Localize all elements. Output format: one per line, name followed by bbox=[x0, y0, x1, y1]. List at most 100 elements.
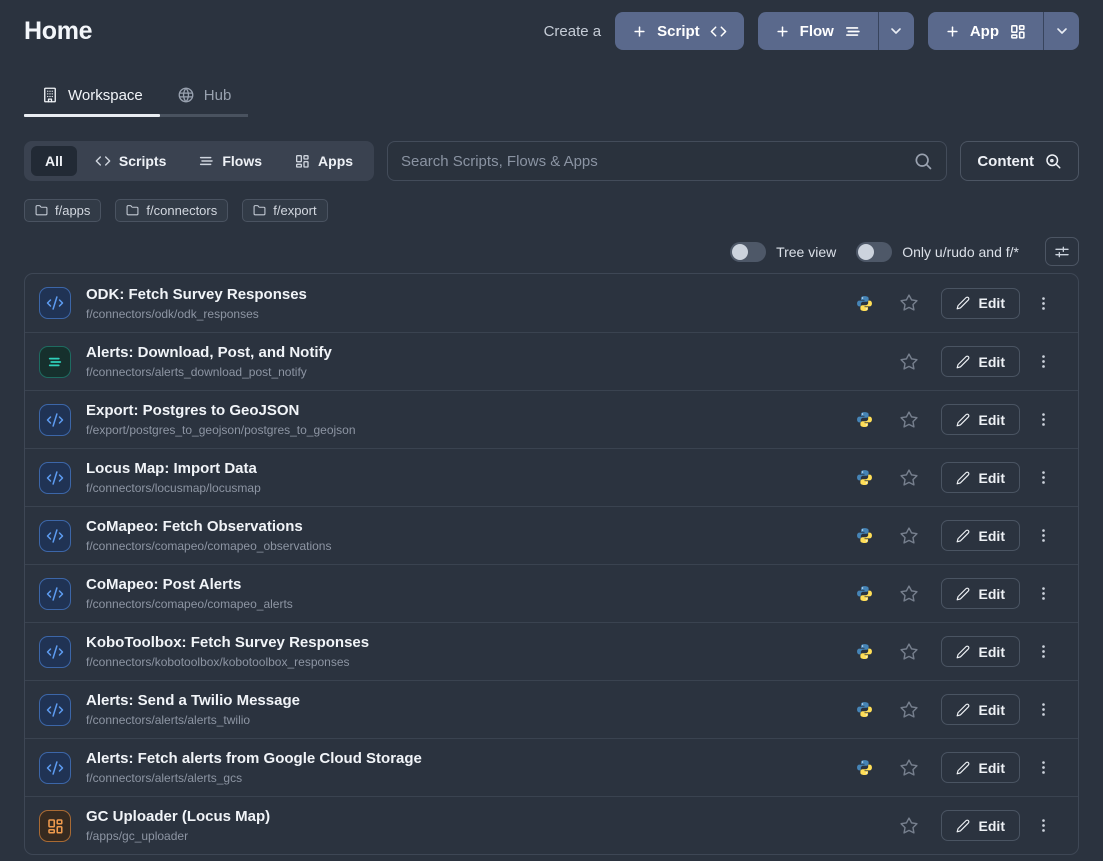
favorite-star-button[interactable] bbox=[899, 642, 919, 662]
content-search-icon bbox=[1044, 152, 1062, 170]
script-code-icon bbox=[46, 759, 64, 777]
list-item[interactable]: KoboToolbox: Fetch Survey Responses f/co… bbox=[25, 622, 1078, 680]
edit-button[interactable]: Edit bbox=[941, 520, 1020, 551]
item-text: GC Uploader (Locus Map) f/apps/gc_upload… bbox=[86, 808, 856, 843]
star-icon bbox=[899, 642, 919, 662]
list-item[interactable]: GC Uploader (Locus Map) f/apps/gc_upload… bbox=[25, 796, 1078, 854]
more-menu-button[interactable] bbox=[1033, 293, 1054, 314]
tree-view-toggle[interactable] bbox=[730, 242, 766, 262]
item-title: ODK: Fetch Survey Responses bbox=[86, 286, 856, 304]
create-flow-dropdown-button[interactable] bbox=[878, 12, 914, 50]
edit-button[interactable]: Edit bbox=[941, 810, 1020, 841]
list-item[interactable]: Export: Postgres to GeoJSON f/export/pos… bbox=[25, 390, 1078, 448]
more-menu-button[interactable] bbox=[1033, 351, 1054, 372]
list-item[interactable]: Alerts: Send a Twilio Message f/connecto… bbox=[25, 680, 1078, 738]
script-code-icon bbox=[46, 527, 64, 545]
script-code-icon bbox=[46, 701, 64, 719]
create-prefix-label: Create a bbox=[544, 23, 602, 40]
pencil-icon bbox=[956, 645, 970, 659]
list-item[interactable]: Alerts: Fetch alerts from Google Cloud S… bbox=[25, 738, 1078, 796]
code-icon bbox=[710, 23, 727, 40]
edit-button[interactable]: Edit bbox=[941, 404, 1020, 435]
edit-button-label: Edit bbox=[979, 586, 1005, 602]
view-options: Tree view Only u/rudo and f/* bbox=[24, 237, 1079, 266]
folder-chip-apps[interactable]: f/apps bbox=[24, 199, 101, 222]
more-menu-button[interactable] bbox=[1033, 641, 1054, 662]
flows-icon bbox=[844, 23, 861, 40]
pencil-icon bbox=[956, 819, 970, 833]
edit-button[interactable]: Edit bbox=[941, 636, 1020, 667]
more-menu-button[interactable] bbox=[1033, 699, 1054, 720]
item-type-icon bbox=[39, 752, 71, 784]
folder-icon bbox=[126, 204, 139, 217]
tab-workspace-label: Workspace bbox=[68, 87, 143, 104]
favorite-star-button[interactable] bbox=[899, 293, 919, 313]
edit-button[interactable]: Edit bbox=[941, 462, 1020, 493]
create-app-button[interactable]: App bbox=[928, 12, 1043, 50]
edit-button[interactable]: Edit bbox=[941, 694, 1020, 725]
favorite-star-button[interactable] bbox=[899, 468, 919, 488]
create-flow-label: Flow bbox=[800, 23, 834, 40]
star-icon bbox=[899, 758, 919, 778]
script-code-icon bbox=[46, 469, 64, 487]
kind-filter-all[interactable]: All bbox=[31, 146, 77, 176]
edit-button[interactable]: Edit bbox=[941, 578, 1020, 609]
create-app-dropdown-button[interactable] bbox=[1043, 12, 1079, 50]
favorite-star-button[interactable] bbox=[899, 700, 919, 720]
folder-chip-connectors[interactable]: f/connectors bbox=[115, 199, 228, 222]
more-menu-button[interactable] bbox=[1033, 467, 1054, 488]
content-button-label: Content bbox=[977, 153, 1034, 170]
create-flow-button[interactable]: Flow bbox=[758, 12, 878, 50]
kind-filter-apps[interactable]: Apps bbox=[280, 146, 367, 176]
display-settings-button[interactable] bbox=[1045, 237, 1079, 266]
tab-hub[interactable]: Hub bbox=[160, 80, 249, 114]
kind-filter-flows[interactable]: Flows bbox=[184, 146, 276, 176]
favorite-star-button[interactable] bbox=[899, 758, 919, 778]
owner-filter-label: Only u/rudo and f/* bbox=[902, 244, 1019, 260]
item-actions: Edit bbox=[856, 404, 1054, 435]
list-item[interactable]: Alerts: Download, Post, and Notify f/con… bbox=[25, 332, 1078, 390]
favorite-star-button[interactable] bbox=[899, 584, 919, 604]
item-type-icon bbox=[39, 462, 71, 494]
item-type-icon bbox=[39, 404, 71, 436]
edit-button[interactable]: Edit bbox=[941, 346, 1020, 377]
edit-button[interactable]: Edit bbox=[941, 752, 1020, 783]
kebab-icon bbox=[1035, 817, 1052, 834]
edit-button[interactable]: Edit bbox=[941, 288, 1020, 319]
favorite-star-button[interactable] bbox=[899, 352, 919, 372]
more-menu-button[interactable] bbox=[1033, 815, 1054, 836]
pencil-icon bbox=[956, 296, 970, 310]
list-item[interactable]: CoMapeo: Post Alerts f/connectors/comape… bbox=[25, 564, 1078, 622]
list-item[interactable]: Locus Map: Import Data f/connectors/locu… bbox=[25, 448, 1078, 506]
folder-chip-export[interactable]: f/export bbox=[242, 199, 327, 222]
more-menu-button[interactable] bbox=[1033, 409, 1054, 430]
folder-icon bbox=[253, 204, 266, 217]
pencil-icon bbox=[956, 703, 970, 717]
favorite-star-button[interactable] bbox=[899, 410, 919, 430]
folder-chips: f/apps f/connectors f/export bbox=[24, 199, 1079, 222]
list-item[interactable]: ODK: Fetch Survey Responses f/connectors… bbox=[25, 274, 1078, 332]
more-menu-button[interactable] bbox=[1033, 525, 1054, 546]
tab-workspace[interactable]: Workspace bbox=[24, 80, 160, 114]
kind-filter-scripts[interactable]: Scripts bbox=[81, 146, 180, 176]
owner-filter-toggle[interactable] bbox=[856, 242, 892, 262]
more-menu-button[interactable] bbox=[1033, 583, 1054, 604]
item-path: f/connectors/comapeo/comapeo_alerts bbox=[86, 597, 856, 611]
main-tabs: Workspace Hub bbox=[24, 80, 248, 117]
item-path: f/apps/gc_uploader bbox=[86, 829, 856, 843]
content-search-button[interactable]: Content bbox=[960, 141, 1079, 181]
list-item[interactable]: CoMapeo: Fetch Observations f/connectors… bbox=[25, 506, 1078, 564]
pencil-icon bbox=[956, 587, 970, 601]
kebab-icon bbox=[1035, 759, 1052, 776]
more-menu-button[interactable] bbox=[1033, 757, 1054, 778]
search-input[interactable] bbox=[401, 153, 913, 170]
python-icon bbox=[856, 585, 873, 602]
folder-chip-label: f/apps bbox=[55, 203, 90, 218]
create-script-label: Script bbox=[657, 23, 700, 40]
script-code-icon bbox=[46, 294, 64, 312]
python-icon bbox=[856, 411, 873, 428]
favorite-star-button[interactable] bbox=[899, 526, 919, 546]
favorite-star-button[interactable] bbox=[899, 816, 919, 836]
item-actions: Edit bbox=[856, 520, 1054, 551]
create-script-button[interactable]: Script bbox=[615, 12, 744, 50]
